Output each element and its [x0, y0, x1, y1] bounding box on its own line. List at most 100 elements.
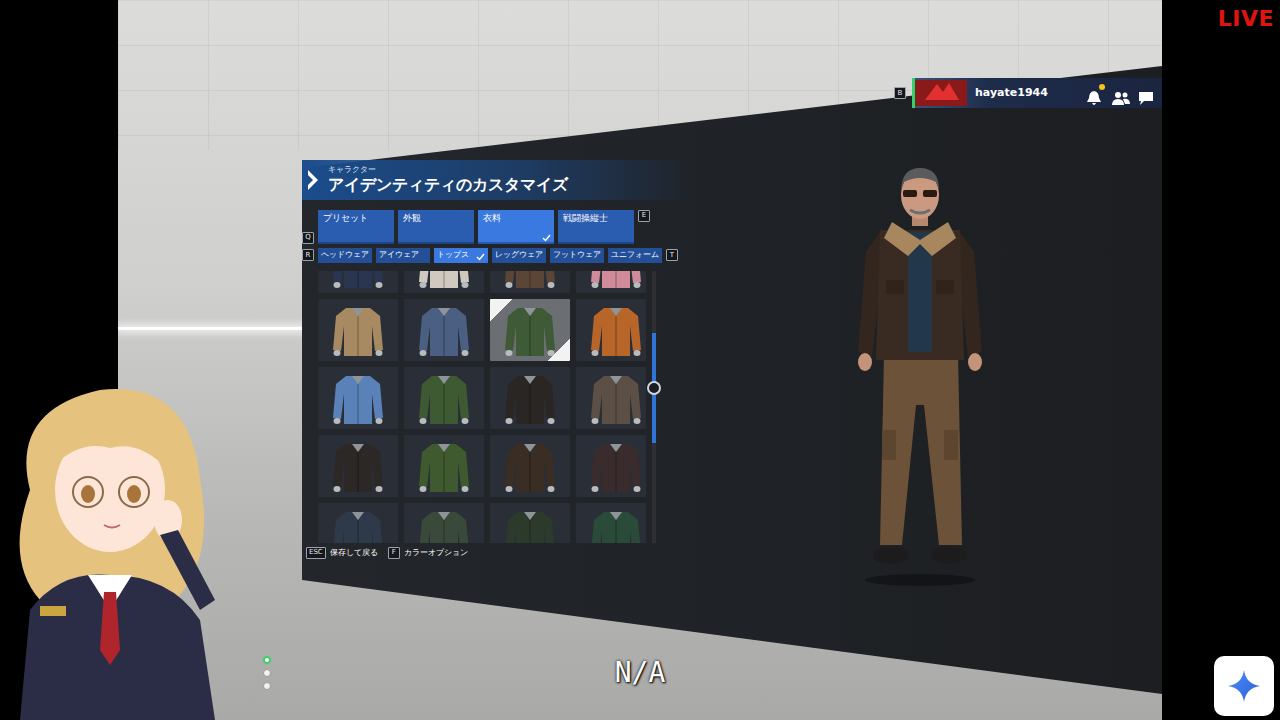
- username: hayate1944: [975, 85, 1078, 102]
- key-hint: T: [666, 249, 678, 261]
- jacket-icon: [502, 438, 558, 494]
- clothing-item[interactable]: [404, 503, 484, 543]
- subcategory-tab[interactable]: ユニフォーム: [608, 248, 662, 263]
- jacket-icon: [330, 271, 386, 290]
- menu-subtitle: キャラクター: [328, 166, 568, 175]
- customize-menu: キャラクターアイデンティティのカスタマイズQプリセット外観衣料戦闘操縦士ERヘッ…: [302, 160, 694, 559]
- page-dot[interactable]: [263, 669, 271, 677]
- clothing-item[interactable]: [576, 503, 646, 543]
- jacket-fill: [505, 444, 555, 492]
- key-hint: F: [388, 547, 400, 559]
- subcategory-tab[interactable]: フットウェア: [550, 248, 604, 263]
- menu-title: アイデンティティのカスタマイズ: [328, 175, 568, 194]
- jacket-icon: [588, 302, 644, 358]
- clothing-item[interactable]: [318, 271, 398, 293]
- jacket-fill: [505, 376, 555, 424]
- subtab-label: ヘッドウェア: [321, 250, 369, 259]
- jacket-fill: [333, 308, 383, 356]
- clothing-item[interactable]: [490, 503, 570, 543]
- jacket-fill: [419, 444, 469, 492]
- jacket-fill: [591, 271, 641, 288]
- footer-action[interactable]: F カラーオプション: [388, 547, 468, 559]
- jacket-icon: [588, 271, 644, 290]
- tab-label: 外観: [403, 213, 421, 223]
- clothing-item[interactable]: [490, 299, 570, 361]
- check-icon: [476, 253, 485, 261]
- jacket-icon: [416, 302, 472, 358]
- footer-label: 保存して戻る: [330, 547, 378, 558]
- clothing-item[interactable]: [318, 503, 398, 543]
- page-dot[interactable]: [263, 682, 271, 690]
- jacket-fill: [419, 271, 469, 288]
- category-tab[interactable]: 衣料: [478, 210, 554, 244]
- clothing-item[interactable]: [490, 367, 570, 429]
- jacket-fill: [419, 376, 469, 424]
- subtab-label: ユニフォーム: [611, 250, 659, 259]
- key-hint: B: [894, 87, 906, 99]
- notification-dot: [1099, 84, 1105, 90]
- subcategory-tab[interactable]: アイウェア: [376, 248, 430, 263]
- clothing-item[interactable]: [404, 367, 484, 429]
- scroll-knob[interactable]: [647, 381, 661, 395]
- jacket-icon: [502, 370, 558, 426]
- profile-bar: Bhayate1944: [894, 78, 1162, 108]
- menu-header: キャラクターアイデンティティのカスタマイズ: [302, 160, 694, 200]
- category-tab[interactable]: プリセット: [318, 210, 394, 244]
- chat-button[interactable]: [1138, 85, 1156, 101]
- header-text: キャラクターアイデンティティのカスタマイズ: [328, 166, 568, 194]
- subcategory-tab[interactable]: レッグウェア: [492, 248, 546, 263]
- friends-button[interactable]: [1112, 85, 1130, 101]
- footer-action[interactable]: ESC保存して戻る: [306, 547, 378, 559]
- assistant-button[interactable]: [1214, 656, 1274, 716]
- clothing-item[interactable]: [318, 299, 398, 361]
- clothing-item[interactable]: [576, 299, 646, 361]
- caption: N/A: [540, 652, 740, 694]
- clothing-item[interactable]: [318, 367, 398, 429]
- subtab-label: トップス: [437, 250, 469, 259]
- subcategory-tabs: R ヘッドウェアアイウェアトップス レッグウェアフットウェアユニフォーム T: [302, 248, 694, 263]
- clothing-item[interactable]: [404, 435, 484, 497]
- footer-label: カラーオプション: [404, 547, 468, 558]
- scrollbar-thumb[interactable]: [652, 333, 656, 443]
- subcategory-tab[interactable]: ヘッドウェア: [318, 248, 372, 263]
- scrollbar[interactable]: [652, 271, 656, 543]
- jacket-fill: [591, 444, 641, 492]
- clothing-item[interactable]: [576, 367, 646, 429]
- subcategory-tab[interactable]: トップス: [434, 248, 488, 263]
- jacket-icon: [330, 438, 386, 494]
- jacket-icon: [330, 506, 386, 543]
- clothing-item[interactable]: [490, 435, 570, 497]
- jacket-fill: [333, 271, 383, 288]
- tab-label: プリセット: [323, 213, 368, 223]
- bell-icon: [1086, 90, 1102, 106]
- key-hint: R: [302, 249, 314, 261]
- category-tab[interactable]: 戦闘操縦士: [558, 210, 634, 244]
- avatar-icon: [915, 80, 967, 106]
- sparkle-icon: [1227, 669, 1261, 703]
- clothing-item[interactable]: [576, 271, 646, 293]
- jacket-icon: [588, 370, 644, 426]
- jacket-icon: [416, 370, 472, 426]
- jacket-fill: [591, 308, 641, 356]
- tab-label: 衣料: [483, 213, 501, 223]
- clothing-item[interactable]: [318, 435, 398, 497]
- clothing-item[interactable]: [490, 271, 570, 293]
- jacket-fill: [333, 512, 383, 543]
- jacket-icon: [416, 271, 472, 290]
- jacket-icon: [502, 271, 558, 290]
- clothing-item[interactable]: [404, 271, 484, 293]
- jacket-fill: [333, 444, 383, 492]
- chevron-icon: [306, 168, 320, 192]
- clothing-item[interactable]: [404, 299, 484, 361]
- page-dot[interactable]: [263, 656, 271, 664]
- item-browser: [302, 271, 694, 543]
- notification-button[interactable]: [1086, 85, 1104, 101]
- profile-strip[interactable]: hayate1944: [912, 78, 1162, 108]
- jacket-fill: [505, 308, 555, 356]
- jacket-icon: [588, 506, 644, 543]
- jacket-fill: [591, 376, 641, 424]
- chat-icon: [1138, 90, 1154, 106]
- category-tab[interactable]: 外観: [398, 210, 474, 244]
- clothing-item[interactable]: [576, 435, 646, 497]
- jacket-fill: [419, 512, 469, 543]
